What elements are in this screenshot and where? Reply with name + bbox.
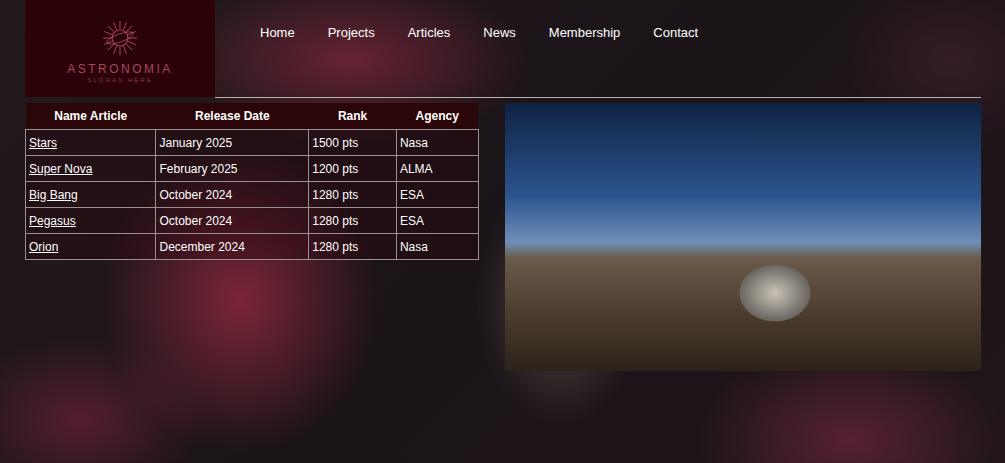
logo-icon bbox=[98, 18, 142, 58]
article-link[interactable]: Orion bbox=[29, 240, 58, 254]
table-row: Orion December 20241280 ptsNasa bbox=[26, 234, 479, 260]
page: ASTRONOMIASLOGAN HERE Home Projects Article… bbox=[0, 0, 1005, 463]
table-cell: Orion bbox=[26, 234, 156, 260]
table-cell: Stars bbox=[26, 130, 156, 156]
table-cell: Nasa bbox=[396, 234, 478, 260]
article-link[interactable]: Stars bbox=[29, 136, 57, 150]
nav-link[interactable]: News bbox=[483, 25, 516, 40]
nav-link[interactable]: Membership bbox=[549, 25, 621, 40]
logo[interactable]: ASTRONOMIASLOGAN HERE bbox=[25, 0, 215, 97]
table-row: Stars January 20251500 ptsNasa bbox=[26, 130, 479, 156]
table-cell: February 2025 bbox=[156, 156, 309, 182]
article-link[interactable]: Super Nova bbox=[29, 162, 92, 176]
table-cell: Pegasus bbox=[26, 208, 156, 234]
table-row: Pegasus October 20241280 ptsESA bbox=[26, 208, 479, 234]
table-cell: 1280 pts bbox=[309, 234, 397, 260]
table-cell: 1280 pts bbox=[309, 208, 397, 234]
article-link[interactable]: Big Bang bbox=[29, 188, 78, 202]
column-header: Rank bbox=[309, 103, 397, 130]
nav-link[interactable]: Home bbox=[260, 25, 295, 40]
table-cell: 1200 pts bbox=[309, 156, 397, 182]
table-cell: ESA bbox=[396, 208, 478, 234]
table-cell: January 2025 bbox=[156, 130, 309, 156]
table-header-row: Name ArticleRelease DateRankAgency bbox=[26, 103, 479, 130]
telescope-photo bbox=[505, 103, 981, 371]
table-row: Big Bang October 20241280 ptsESA bbox=[26, 182, 479, 208]
nav-link[interactable]: Contact bbox=[653, 25, 698, 40]
table-cell: Big Bang bbox=[26, 182, 156, 208]
logo-slogan: SLOGAN HERE bbox=[87, 77, 152, 83]
content: Name ArticleRelease DateRankAgency Stars J… bbox=[25, 103, 981, 371]
table-cell: Nasa bbox=[396, 130, 478, 156]
table-cell: December 2024 bbox=[156, 234, 309, 260]
column-header: Agency bbox=[396, 103, 478, 130]
column-header: Name Article bbox=[26, 103, 156, 130]
logo-title: ASTRONOMIA bbox=[67, 62, 173, 76]
article-link[interactable]: Pegasus bbox=[29, 214, 76, 228]
nav-link[interactable]: Projects bbox=[328, 25, 375, 40]
column-header: Release Date bbox=[156, 103, 309, 130]
nav-bar: Home Projects Articles News Membership Contac… bbox=[215, 0, 981, 98]
table-cell: 1500 pts bbox=[309, 130, 397, 156]
table-cell: Super Nova bbox=[26, 156, 156, 182]
table-row: Super Nova February 20251200 ptsALMA bbox=[26, 156, 479, 182]
table-cell: October 2024 bbox=[156, 208, 309, 234]
header: ASTRONOMIASLOGAN HERE Home Projects Article… bbox=[25, 0, 981, 98]
articles-table: Name ArticleRelease DateRankAgency Stars J… bbox=[25, 103, 479, 260]
table-cell: 1280 pts bbox=[309, 182, 397, 208]
table-cell: ALMA bbox=[396, 156, 478, 182]
nav-link[interactable]: Articles bbox=[408, 25, 451, 40]
table-cell: ESA bbox=[396, 182, 478, 208]
table-cell: October 2024 bbox=[156, 182, 309, 208]
